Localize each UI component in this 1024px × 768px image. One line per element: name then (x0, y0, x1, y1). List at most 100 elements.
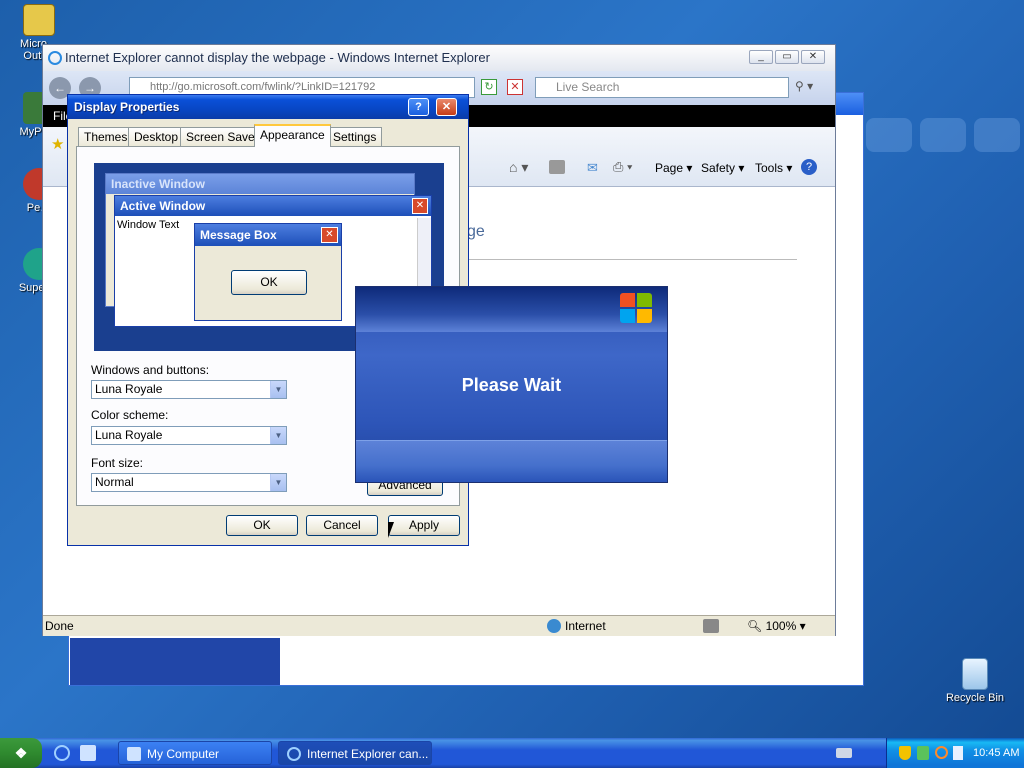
mouse-cursor (388, 522, 394, 538)
close-icon: ✕ (321, 227, 338, 243)
desktop-decoration (920, 118, 966, 152)
tools-menu-label: Tools (755, 161, 784, 175)
font-size-label: Font size: (91, 456, 144, 470)
globe-icon (547, 619, 561, 633)
tab-label: Screen Saver (186, 130, 259, 144)
desktop-icon-label: Recycle Bin (945, 692, 1005, 704)
volume-icon[interactable] (953, 746, 963, 760)
heading-divider (467, 259, 797, 260)
status-bar: Done Internet 🔍︎ 100% ▾ (43, 615, 835, 636)
help-icon[interactable]: ? (801, 159, 817, 175)
close-icon: ✕ (412, 198, 428, 214)
active-window-title: Active Window (115, 196, 431, 216)
tab-label: Settings (333, 130, 377, 144)
zoom-control[interactable]: 🔍︎ 100% ▾ (747, 616, 806, 636)
feeds-icon[interactable] (549, 160, 565, 174)
security-shield-icon[interactable] (899, 746, 911, 760)
page-menu-label: Page (655, 161, 684, 175)
taskbar-item-label: Internet Explorer can... (307, 747, 429, 761)
desktop-decoration (974, 118, 1020, 152)
tab-screen-saver[interactable]: Screen Saver (180, 127, 265, 146)
taskbar-item-label: My Computer (147, 747, 220, 761)
system-tray: 10:45 AM (886, 738, 1024, 768)
dialog-title: Display Properties (74, 100, 180, 114)
desktop-icon-recycle-bin[interactable]: Recycle Bin (940, 658, 1010, 704)
security-zone: Internet (565, 619, 606, 633)
color-scheme-label: Color scheme: (91, 408, 169, 422)
print-icon[interactable]: ⎙ ▾ (613, 159, 632, 175)
tab-label: Themes (84, 130, 128, 144)
address-text: http://go.microsoft.com/fwlink/?LinkID=1… (150, 81, 376, 93)
preview-ok-button: OK (231, 270, 307, 295)
quicklaunch-ie-icon[interactable] (54, 745, 70, 761)
tab-themes[interactable]: Themes (78, 127, 134, 146)
window-text-sample: Window Text (117, 219, 180, 231)
taskbar-item-ie[interactable]: Internet Explorer can... (278, 741, 432, 765)
tab-desktop[interactable]: Desktop (128, 127, 185, 146)
ok-button[interactable]: OK (226, 515, 298, 536)
desktop-decoration (866, 118, 912, 152)
windows-buttons-select[interactable]: Luna Royale ▼ (91, 380, 287, 399)
clock[interactable]: 10:45 AM (973, 738, 1019, 768)
ie-logo-icon (48, 51, 62, 65)
ie-title: Internet Explorer cannot display the web… (65, 50, 490, 65)
please-wait-footer (356, 440, 667, 482)
network-icon[interactable] (917, 746, 929, 760)
message-box-title: Message Box (195, 224, 341, 246)
my-computer-sidebar (70, 638, 280, 685)
maximize-button[interactable]: ▭ (775, 50, 799, 64)
apply-button[interactable]: Apply (388, 515, 460, 536)
stop-icon[interactable]: ✕ (507, 79, 523, 95)
quicklaunch-desktop-icon[interactable] (80, 745, 96, 761)
help-button[interactable]: ? (408, 98, 429, 116)
ie-titlebar[interactable]: Internet Explorer cannot display the web… (43, 45, 835, 71)
protected-mode-icon[interactable] (703, 619, 719, 633)
windows-logo-icon (620, 293, 654, 325)
search-input[interactable]: Live Search (535, 77, 789, 98)
inactive-window-title: Inactive Window (106, 174, 414, 194)
close-button[interactable]: ✕ (801, 50, 825, 64)
color-scheme-select[interactable]: Luna Royale ▼ (91, 426, 287, 445)
minimize-button[interactable]: _ (749, 50, 773, 64)
outlook-icon (23, 4, 55, 36)
tools-menu[interactable]: Tools ▾ (755, 161, 792, 175)
font-size-value: Normal (95, 475, 134, 489)
tab-label: Desktop (134, 130, 179, 144)
tab-appearance[interactable]: Appearance (254, 124, 331, 147)
please-wait-dialog: Please Wait (355, 286, 668, 483)
search-placeholder: Live Search (556, 80, 620, 94)
please-wait-text: Please Wait (461, 375, 562, 395)
mail-icon[interactable]: ✉ (587, 160, 598, 176)
safety-menu[interactable]: Safety ▾ (701, 161, 744, 175)
search-icon[interactable]: ⚲ ▾ (795, 79, 825, 96)
page-menu[interactable]: Page ▾ (655, 161, 692, 175)
favorites-star-icon[interactable]: ★ (51, 135, 64, 153)
color-scheme-value: Luna Royale (95, 428, 163, 442)
taskbar-item-my-computer[interactable]: My Computer (118, 741, 272, 765)
close-button[interactable]: ✕ (436, 98, 457, 116)
preview-message-box: Message Box ✕ OK (194, 223, 342, 321)
font-size-select[interactable]: Normal ▼ (91, 473, 287, 492)
chevron-down-icon[interactable]: ▼ (270, 381, 286, 398)
home-icon[interactable]: ⌂ ▾ (509, 159, 528, 176)
refresh-icon[interactable]: ↻ (481, 79, 497, 95)
windows-buttons-value: Luna Royale (95, 382, 163, 396)
windows-buttons-label: Windows and buttons: (91, 363, 210, 377)
status-text: Done (45, 619, 74, 633)
keyboard-icon[interactable] (836, 748, 852, 758)
recycle-bin-icon (962, 658, 988, 690)
ie-icon (287, 747, 301, 761)
windows-flag-icon: ❖ (14, 745, 28, 761)
taskbar: ❖ My Computer Internet Explorer can... 1… (0, 738, 1024, 768)
cancel-button[interactable]: Cancel (306, 515, 378, 536)
computer-icon (127, 747, 141, 761)
chevron-down-icon[interactable]: ▼ (270, 427, 286, 444)
chevron-down-icon[interactable]: ▼ (270, 474, 286, 491)
page-heading: ge (467, 223, 485, 240)
search-tray-icon[interactable] (935, 746, 948, 759)
start-button[interactable]: ❖ (0, 738, 42, 768)
tab-label: Appearance (260, 128, 325, 142)
zoom-level: 100% (765, 619, 797, 633)
safety-menu-label: Safety (701, 161, 736, 175)
tab-settings[interactable]: Settings (327, 127, 383, 146)
